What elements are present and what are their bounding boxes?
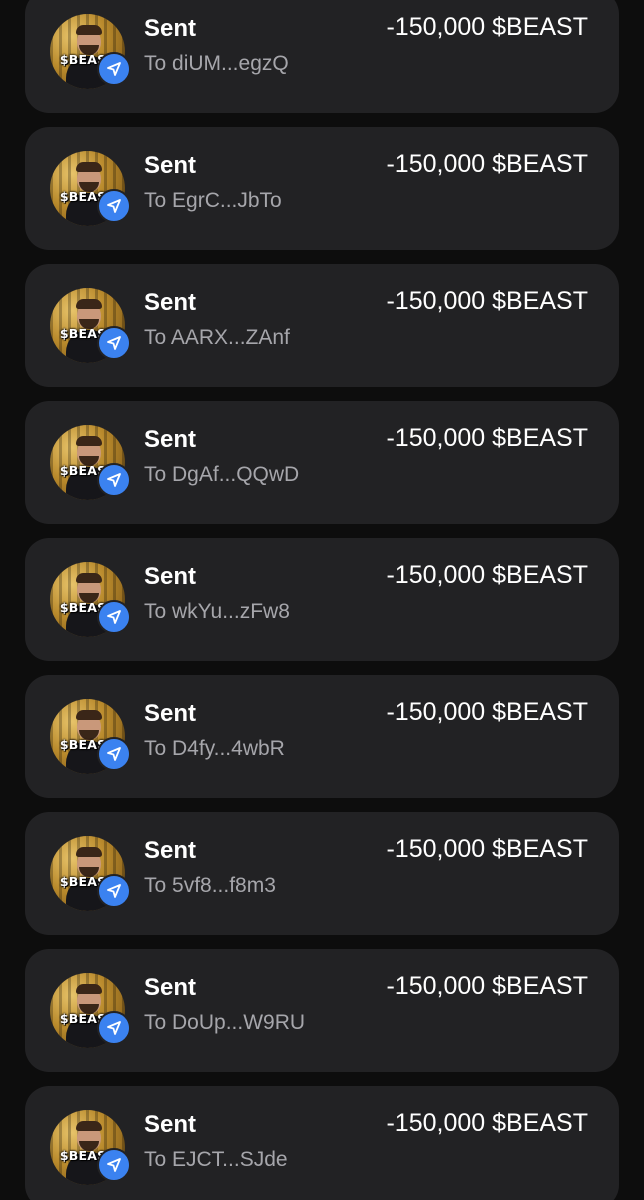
transaction-item[interactable]: $BEAST Sent To AARX...ZAnf -150,000 $BEA… [25,264,619,387]
transaction-recipient: To 5vf8...f8m3 [144,874,276,897]
transaction-recipient: To wkYu...zFw8 [144,600,290,623]
send-icon [97,600,131,634]
transaction-amount: -150,000 $BEAST [386,13,588,41]
avatar-figure [76,710,102,720]
avatar-figure [76,162,102,172]
transaction-item[interactable]: $BEAST Sent To EJCT...SJde -150,000 $BEA… [25,1086,619,1200]
avatar-figure [76,1121,102,1131]
transaction-type: Sent [144,426,197,453]
avatar-figure [76,299,102,309]
transaction-recipient: To AARX...ZAnf [144,326,290,349]
transaction-type: Sent [144,837,197,864]
send-icon [97,189,131,223]
transaction-recipient: To DoUp...W9RU [144,1011,306,1034]
send-icon [97,463,131,497]
transaction-recipient: To DgAf...QQwD [144,463,300,486]
transaction-recipient: To D4fy...4wbR [144,737,285,760]
transaction-type: Sent [144,289,197,316]
transaction-amount: -150,000 $BEAST [386,561,588,589]
avatar-figure [76,25,102,35]
avatar-figure [76,573,102,583]
transaction-amount: -150,000 $BEAST [386,287,588,315]
transaction-type: Sent [144,563,197,590]
transaction-item[interactable]: $BEAST Sent To 5vf8...f8m3 -150,000 $BEA… [25,812,619,935]
transaction-amount: -150,000 $BEAST [386,698,588,726]
send-icon [97,737,131,771]
transaction-amount: -150,000 $BEAST [386,424,588,452]
send-icon [97,1148,131,1182]
avatar-figure [76,984,102,994]
transaction-amount: -150,000 $BEAST [386,835,588,863]
transaction-item[interactable]: $BEAST Sent To DoUp...W9RU -150,000 $BEA… [25,949,619,1072]
send-icon [97,326,131,360]
send-icon [97,52,131,86]
transaction-type: Sent [144,1111,197,1138]
transaction-recipient: To EgrC...JbTo [144,189,282,212]
transaction-recipient: To EJCT...SJde [144,1148,288,1171]
transaction-amount: -150,000 $BEAST [386,150,588,178]
transaction-type: Sent [144,700,197,727]
transaction-type: Sent [144,974,197,1001]
transaction-item[interactable]: $BEAST Sent To diUM...egzQ -150,000 $BEA… [25,0,619,113]
avatar-figure [76,436,102,446]
transaction-item[interactable]: $BEAST Sent To DgAf...QQwD -150,000 $BEA… [25,401,619,524]
avatar-figure [76,847,102,857]
transaction-item[interactable]: $BEAST Sent To D4fy...4wbR -150,000 $BEA… [25,675,619,798]
send-icon [97,874,131,908]
transaction-amount: -150,000 $BEAST [386,972,588,1000]
send-icon [97,1011,131,1045]
transaction-item[interactable]: $BEAST Sent To wkYu...zFw8 -150,000 $BEA… [25,538,619,661]
transaction-item[interactable]: $BEAST Sent To EgrC...JbTo -150,000 $BEA… [25,127,619,250]
transaction-type: Sent [144,15,197,42]
transaction-recipient: To diUM...egzQ [144,52,289,75]
transaction-type: Sent [144,152,197,179]
transaction-list: $BEAST Sent To diUM...egzQ -150,000 $BEA… [0,0,644,1200]
transaction-amount: -150,000 $BEAST [386,1109,588,1137]
